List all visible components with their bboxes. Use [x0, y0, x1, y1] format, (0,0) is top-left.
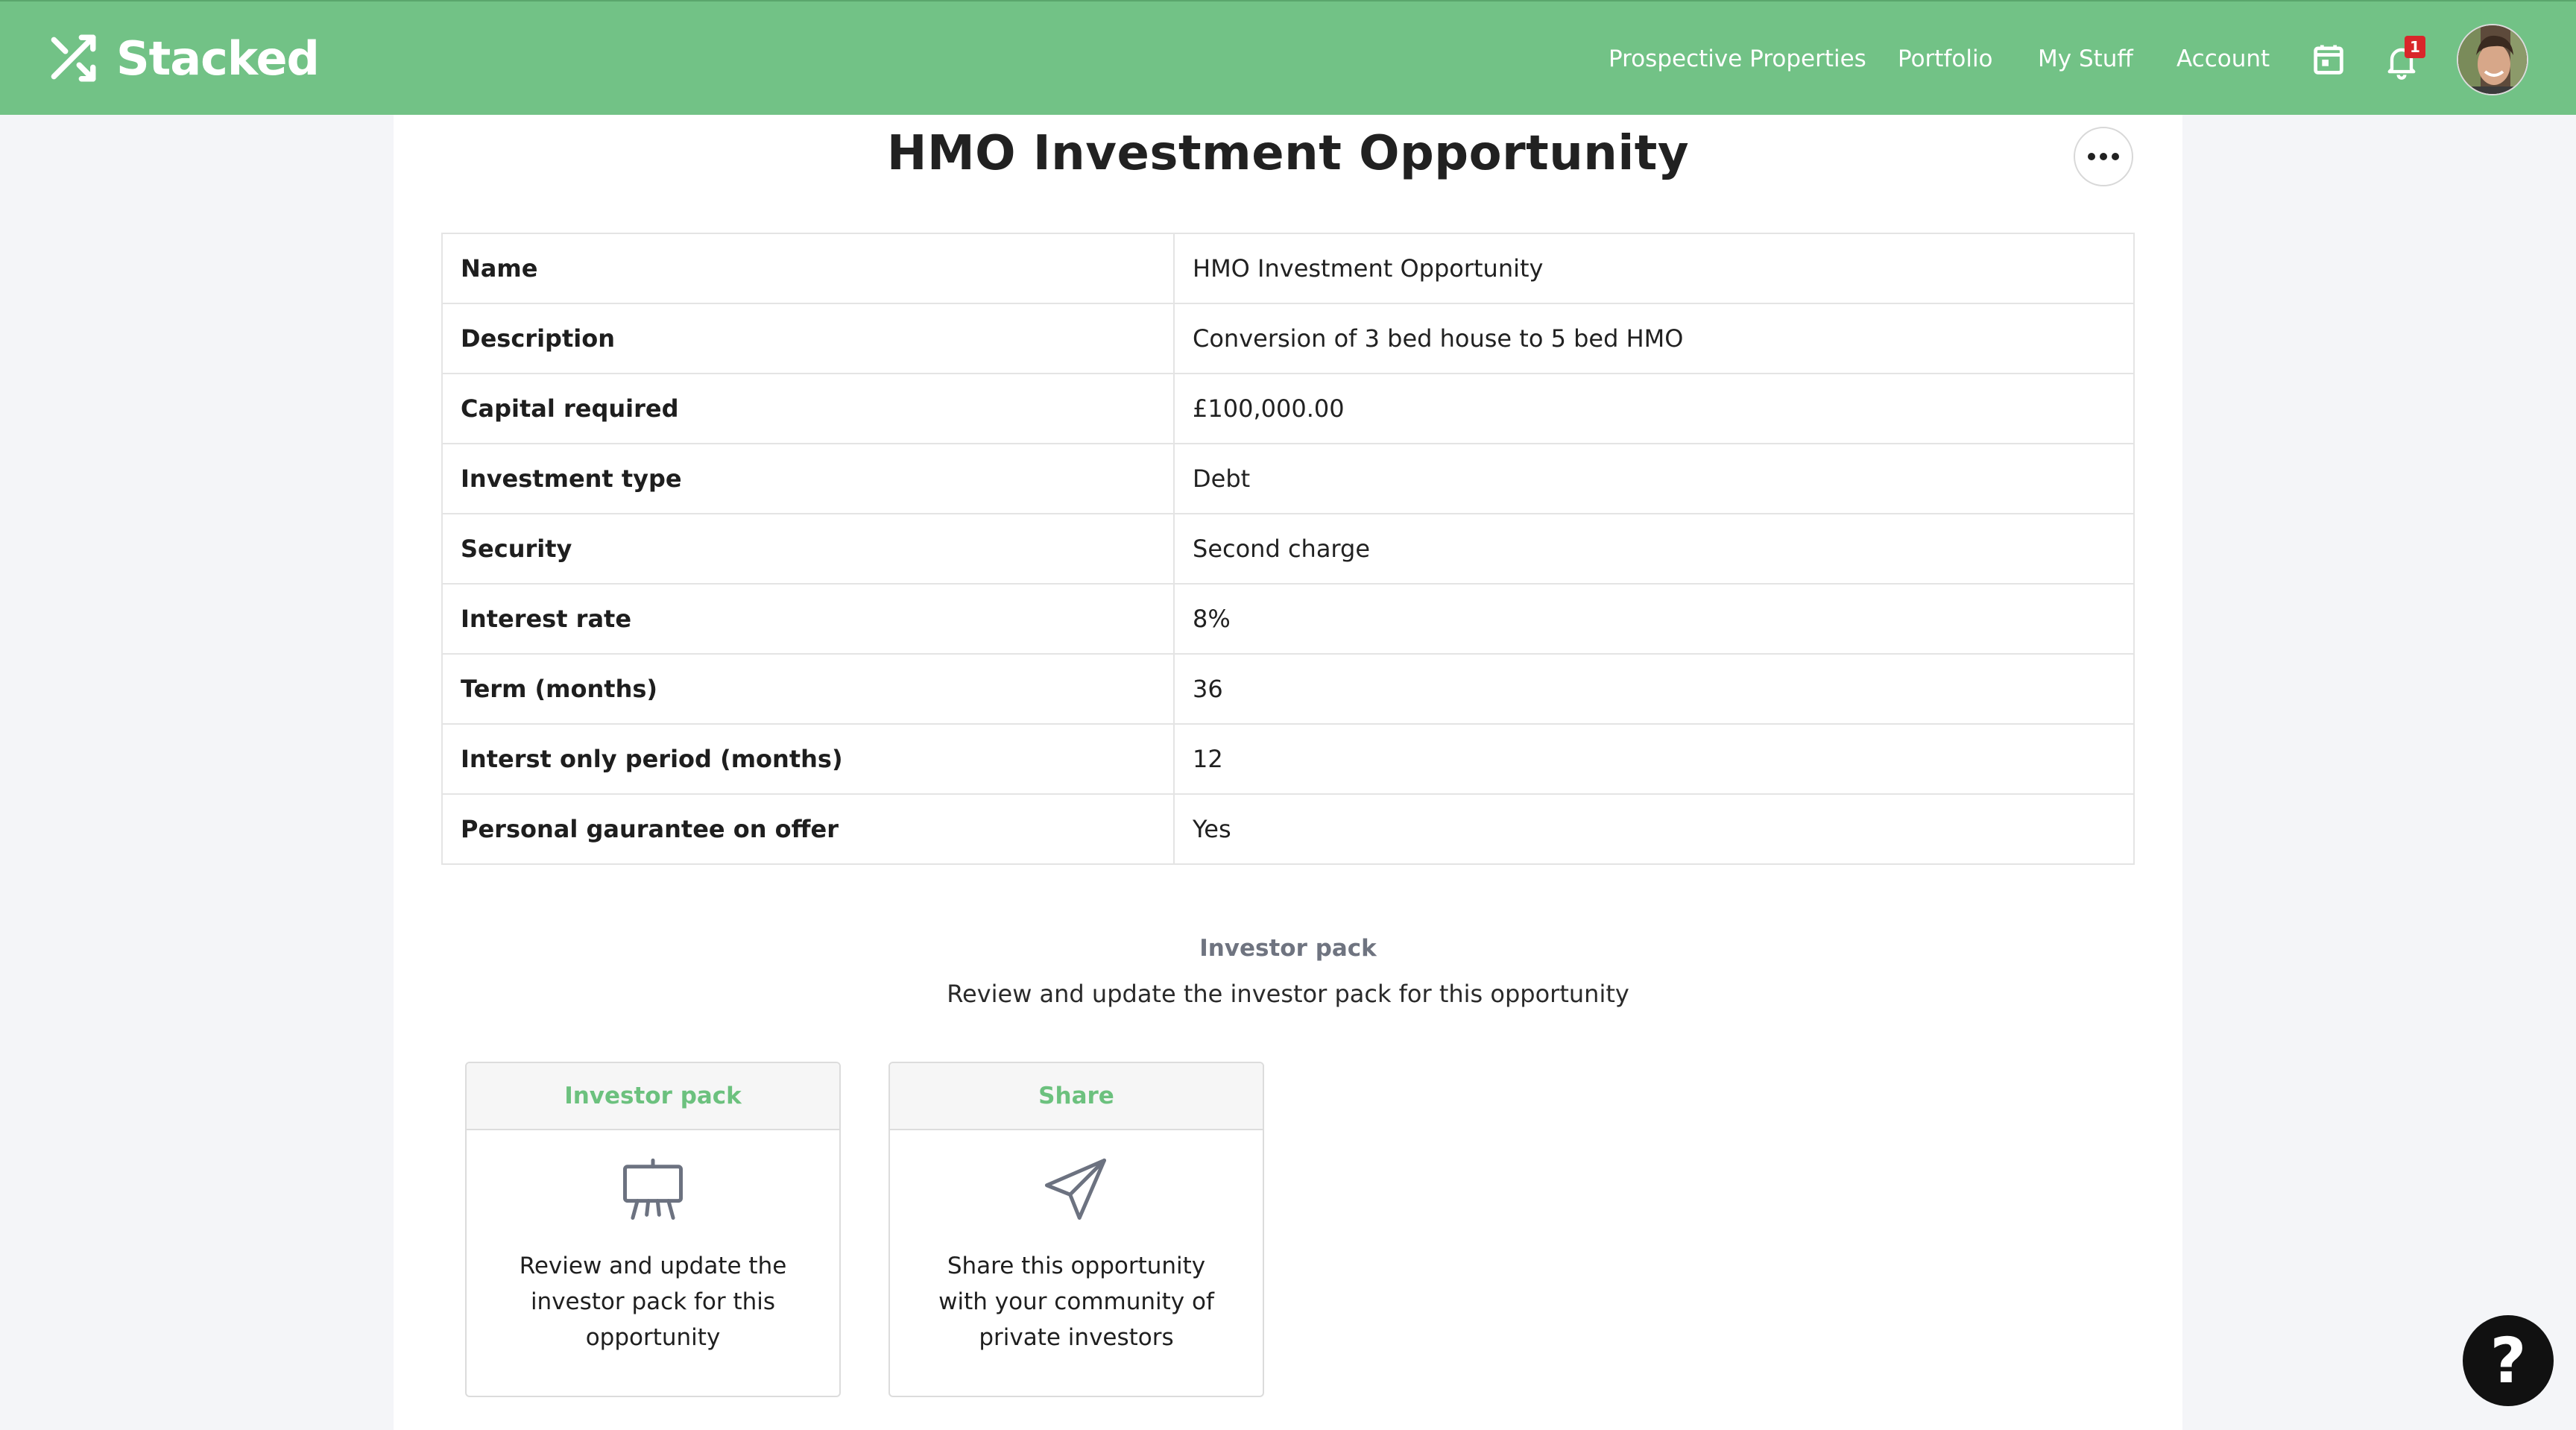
row-label: Personal gaurantee on offer	[441, 793, 1175, 865]
avatar-photo	[2458, 25, 2527, 94]
table-row: Description Conversion of 3 bed house to…	[441, 303, 2135, 374]
nav-prospective-properties[interactable]: Prospective Properties	[1609, 42, 1866, 76]
more-options-button[interactable]	[2074, 127, 2133, 186]
table-row: Capital required £100,000.00	[441, 373, 2135, 444]
more-icon-dot	[2112, 153, 2119, 160]
more-icon-dot	[2100, 153, 2107, 160]
user-avatar[interactable]	[2457, 24, 2528, 95]
table-row: Interst only period (months) 12	[441, 723, 2135, 795]
table-row: Personal gaurantee on offer Yes	[441, 793, 2135, 865]
row-value: 8%	[1173, 583, 2135, 655]
card-title: Share	[890, 1063, 1263, 1130]
row-value: £100,000.00	[1173, 373, 2135, 444]
row-value: Conversion of 3 bed house to 5 bed HMO	[1173, 303, 2135, 374]
notifications-button[interactable]: 1	[2382, 36, 2427, 81]
investor-section-title: Investor pack	[1199, 935, 1377, 962]
row-value: HMO Investment Opportunity	[1173, 233, 2135, 304]
nav-portfolio[interactable]: Portfolio	[1898, 42, 1993, 76]
row-label: Term (months)	[441, 653, 1175, 725]
row-label: Interest rate	[441, 583, 1175, 655]
row-value: Second charge	[1173, 513, 2135, 585]
row-label: Investment type	[441, 443, 1175, 514]
share-card[interactable]: Share Share this opportunity with your c…	[888, 1062, 1264, 1397]
table-row: Interest rate 8%	[441, 583, 2135, 655]
calendar-icon	[2314, 45, 2343, 75]
notification-badge: 1	[2405, 36, 2425, 58]
page-title: HMO Investment Opportunity	[886, 126, 1690, 181]
more-icon-dot	[2088, 153, 2095, 160]
presentation-easel-icon	[623, 1158, 683, 1220]
card-description: Review and update the investor pack for …	[519, 1253, 787, 1351]
table-row: Name HMO Investment Opportunity	[441, 233, 2135, 304]
brand-logo[interactable]: Stacked	[45, 28, 320, 88]
table-row: Term (months) 36	[441, 653, 2135, 725]
row-label: Name	[441, 233, 1175, 304]
row-value: Yes	[1173, 793, 2135, 865]
row-label: Description	[441, 303, 1175, 374]
table-row: Security Second charge	[441, 513, 2135, 585]
investor-pack-card[interactable]: Investor pack Review and update the inve…	[465, 1062, 841, 1397]
row-label: Security	[441, 513, 1175, 585]
details-table: Name HMO Investment Opportunity Descript…	[441, 233, 2135, 865]
nav-my-stuff[interactable]: My Stuff	[2038, 42, 2133, 76]
row-value: Debt	[1173, 443, 2135, 514]
row-label: Capital required	[441, 373, 1175, 444]
help-button[interactable]: ?	[2463, 1315, 2554, 1406]
table-row: Investment type Debt	[441, 443, 2135, 514]
row-value: 12	[1173, 723, 2135, 795]
nav-account[interactable]: Account	[2176, 42, 2270, 76]
top-nav-bar: Stacked Prospective Properties Portfolio…	[0, 0, 2576, 115]
calendar-button[interactable]	[2309, 40, 2348, 79]
row-value: 36	[1173, 653, 2135, 725]
brand-name: Stacked	[116, 31, 320, 86]
row-label: Interst only period (months)	[441, 723, 1175, 795]
card-title: Investor pack	[467, 1063, 839, 1130]
card-description: Share this opportunity with your communi…	[938, 1253, 1214, 1351]
shuffle-icon	[51, 34, 96, 82]
investor-section-subtitle: Review and update the investor pack for …	[947, 980, 1629, 1008]
paper-plane-icon	[1044, 1158, 1106, 1220]
